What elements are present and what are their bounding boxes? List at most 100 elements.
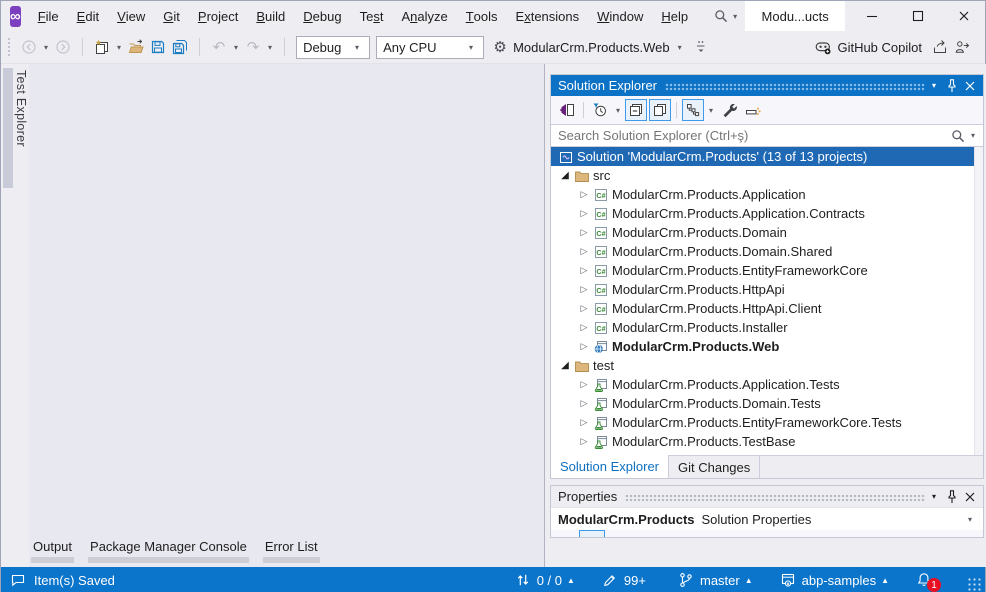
sync-status[interactable]: 0 / 0▲ bbox=[514, 571, 575, 589]
new-project-button[interactable] bbox=[91, 35, 113, 59]
tree-item-modularcrm-products-httpapi-client[interactable]: ▷C#ModularCrm.Products.HttpApi.Client bbox=[551, 299, 983, 318]
menu-build[interactable]: Build bbox=[247, 1, 294, 31]
properties-object-selector[interactable]: ModularCrm.Products Solution Properties … bbox=[551, 507, 983, 530]
properties-header[interactable]: Properties ▾ bbox=[551, 486, 983, 507]
properties-button[interactable] bbox=[718, 99, 740, 121]
tree-item-modularcrm-products-installer[interactable]: ▷C#ModularCrm.Products.Installer bbox=[551, 318, 983, 337]
expand-arrow-icon[interactable]: ▷ bbox=[576, 208, 592, 219]
expand-arrow-icon[interactable]: ▷ bbox=[576, 436, 592, 447]
git-repo[interactable]: abp-samples▲ bbox=[779, 571, 889, 589]
window-position-caret-icon[interactable]: ▾ bbox=[925, 77, 943, 95]
tree-item-modularcrm-products-web[interactable]: ▷ModularCrm.Products.Web bbox=[551, 337, 983, 356]
collapse-all-button[interactable] bbox=[625, 99, 647, 121]
platform-combo[interactable]: Any CPU▾ bbox=[376, 36, 484, 59]
copilot-icon[interactable] bbox=[814, 38, 832, 56]
undo-button[interactable]: ↶ bbox=[208, 35, 230, 59]
expand-arrow-icon[interactable]: ▷ bbox=[576, 189, 592, 200]
pending-changes-filter-button[interactable] bbox=[589, 99, 611, 121]
menu-analyze[interactable]: Analyze bbox=[392, 1, 456, 31]
expand-arrow-icon[interactable]: ▷ bbox=[576, 265, 592, 276]
menu-debug[interactable]: Debug bbox=[294, 1, 350, 31]
tab-solution-explorer[interactable]: Solution Explorer bbox=[551, 455, 669, 478]
resize-grip[interactable] bbox=[967, 577, 981, 591]
share-button[interactable] bbox=[929, 35, 951, 59]
collapse-arrow-icon[interactable]: ◢ bbox=[557, 360, 573, 371]
tree-item-src[interactable]: ◢src bbox=[551, 166, 983, 185]
expand-arrow-icon[interactable]: ▷ bbox=[576, 246, 592, 257]
expand-arrow-icon[interactable]: ▷ bbox=[576, 322, 592, 333]
tree-item-modularcrm-products-testbase[interactable]: ▷ModularCrm.Products.TestBase bbox=[551, 432, 983, 451]
show-all-files-button[interactable] bbox=[682, 99, 704, 121]
live-share-button[interactable] bbox=[951, 35, 973, 59]
tree-item-modularcrm-products-entityframeworkcore-tests[interactable]: ▷ModularCrm.Products.EntityFrameworkCore… bbox=[551, 413, 983, 432]
startup-project-button[interactable]: ⚙ ModularCrm.Products.Web ▾ bbox=[491, 38, 686, 56]
toolbar-grip[interactable] bbox=[7, 37, 12, 57]
close-panel-icon[interactable] bbox=[961, 488, 979, 506]
navigate-back-caret-icon[interactable]: ▾ bbox=[44, 43, 48, 52]
new-project-caret-icon[interactable]: ▾ bbox=[117, 43, 121, 52]
tree-item-solution-modularcrm-products-13-of-13-projects[interactable]: Solution 'ModularCrm.Products' (13 of 13… bbox=[551, 147, 983, 166]
pin-icon[interactable] bbox=[943, 77, 961, 95]
tree-item-modularcrm-products-application-contracts[interactable]: ▷C#ModularCrm.Products.Application.Contr… bbox=[551, 204, 983, 223]
pending-changes-filter-caret-icon[interactable]: ▾ bbox=[616, 106, 620, 115]
show-all-files-caret-icon[interactable]: ▾ bbox=[709, 106, 713, 115]
toolbar-options-button[interactable] bbox=[690, 35, 712, 59]
feedback-icon[interactable] bbox=[9, 571, 27, 589]
expand-arrow-icon[interactable]: ▷ bbox=[576, 284, 592, 295]
menu-file[interactable]: File bbox=[29, 1, 68, 31]
panel-drag-texture[interactable] bbox=[625, 494, 925, 502]
tab-output[interactable]: Output bbox=[31, 537, 74, 563]
maximize-button[interactable] bbox=[895, 1, 941, 31]
menu-view[interactable]: View bbox=[108, 1, 154, 31]
pin-icon[interactable] bbox=[943, 488, 961, 506]
menu-edit[interactable]: Edit bbox=[68, 1, 108, 31]
tab-error-list[interactable]: Error List bbox=[263, 537, 320, 563]
menu-help[interactable]: Help bbox=[652, 1, 697, 31]
copilot-label[interactable]: GitHub Copilot bbox=[837, 40, 922, 55]
navigate-back-button[interactable] bbox=[18, 35, 40, 59]
tab-package-manager-console[interactable]: Package Manager Console bbox=[88, 537, 249, 563]
properties-categorized-button[interactable] bbox=[579, 530, 605, 538]
expand-arrow-icon[interactable]: ▷ bbox=[576, 341, 592, 352]
tree-item-modularcrm-products-domain[interactable]: ▷C#ModularCrm.Products.Domain bbox=[551, 223, 983, 242]
search-options-caret-icon[interactable]: ▾ bbox=[971, 131, 975, 140]
menu-git[interactable]: Git bbox=[154, 1, 189, 31]
configuration-combo[interactable]: Debug▾ bbox=[296, 36, 370, 59]
notifications[interactable]: 1 bbox=[915, 568, 941, 592]
switch-views-button[interactable] bbox=[556, 99, 578, 121]
open-file-button[interactable] bbox=[125, 35, 147, 59]
redo-button[interactable]: ↷ bbox=[242, 35, 264, 59]
window-position-caret-icon[interactable]: ▾ bbox=[925, 488, 943, 506]
tab-test-explorer[interactable]: Test Explorer bbox=[14, 70, 28, 147]
menu-extensions[interactable]: Extensions bbox=[507, 1, 589, 31]
menu-test[interactable]: Test bbox=[351, 1, 393, 31]
expand-arrow-icon[interactable]: ▷ bbox=[576, 379, 592, 390]
expand-arrow-icon[interactable]: ▷ bbox=[576, 227, 592, 238]
search-icon[interactable] bbox=[713, 7, 729, 25]
search-magnifier-icon[interactable] bbox=[949, 127, 967, 145]
tree-item-modularcrm-products-application[interactable]: ▷C#ModularCrm.Products.Application bbox=[551, 185, 983, 204]
tree-item-modularcrm-products-entityframeworkcore[interactable]: ▷C#ModularCrm.Products.EntityFrameworkCo… bbox=[551, 261, 983, 280]
menu-project[interactable]: Project bbox=[189, 1, 247, 31]
tree-item-modularcrm-products-domain-shared[interactable]: ▷C#ModularCrm.Products.Domain.Shared bbox=[551, 242, 983, 261]
expand-arrow-icon[interactable]: ▷ bbox=[576, 417, 592, 428]
sync-with-active-document-button[interactable] bbox=[649, 99, 671, 121]
tree-item-modularcrm-products-domain-tests[interactable]: ▷ModularCrm.Products.Domain.Tests bbox=[551, 394, 983, 413]
git-branch[interactable]: master▲ bbox=[677, 571, 753, 589]
save-all-button[interactable] bbox=[169, 35, 191, 59]
navigate-forward-button[interactable] bbox=[52, 35, 74, 59]
tree-scrollbar[interactable] bbox=[974, 147, 983, 455]
solution-explorer-header[interactable]: Solution Explorer ▾ bbox=[551, 75, 983, 96]
undo-caret-icon[interactable]: ▾ bbox=[234, 43, 238, 52]
collapse-arrow-icon[interactable]: ◢ bbox=[557, 170, 573, 181]
search-solution-explorer-input[interactable] bbox=[551, 128, 949, 143]
save-button[interactable] bbox=[147, 35, 169, 59]
menu-window[interactable]: Window bbox=[588, 1, 652, 31]
tree-item-modularcrm-products-httpapi[interactable]: ▷C#ModularCrm.Products.HttpApi bbox=[551, 280, 983, 299]
redo-caret-icon[interactable]: ▾ bbox=[268, 43, 272, 52]
close-button[interactable] bbox=[941, 1, 986, 31]
panel-drag-texture[interactable] bbox=[665, 83, 925, 91]
pending-edits[interactable]: 99+ bbox=[601, 571, 651, 589]
minimize-button[interactable] bbox=[849, 1, 895, 31]
tab-git-changes[interactable]: Git Changes bbox=[669, 456, 760, 478]
